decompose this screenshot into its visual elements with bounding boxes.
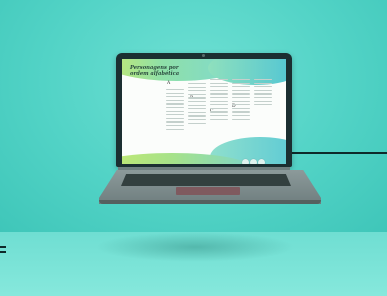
name-link[interactable] [254,104,272,106]
name-link[interactable] [188,118,206,121]
home-button[interactable] [250,159,257,164]
decorative-dash [0,246,6,248]
name-link[interactable] [166,106,184,109]
name-link[interactable] [254,100,272,102]
names-column-c [210,79,228,122]
name-link[interactable] [232,96,250,99]
name-link[interactable] [254,82,272,84]
name-link[interactable] [210,107,228,110]
name-link[interactable] [188,90,206,92]
name-link[interactable] [232,79,250,81]
webcam-icon [202,54,205,57]
name-link[interactable] [166,99,184,102]
name-link[interactable] [166,128,184,130]
name-link[interactable] [166,89,184,91]
name-link[interactable] [210,82,228,84]
name-link[interactable] [166,114,184,116]
name-link[interactable] [188,108,206,110]
name-link[interactable] [188,100,206,103]
name-link[interactable] [210,114,228,117]
name-link[interactable] [232,118,250,120]
name-link[interactable] [188,97,206,99]
page-title: Personagens por ordem alfabética [130,65,220,77]
name-link[interactable] [210,79,228,81]
nav-buttons [242,151,266,164]
laptop-shadow [95,232,295,262]
name-link[interactable] [188,111,206,114]
keyboard[interactable] [121,174,291,186]
name-link[interactable] [232,104,250,106]
name-link[interactable] [166,92,184,94]
name-link[interactable] [210,93,228,95]
next-button[interactable] [258,159,265,164]
names-column-e [254,79,272,108]
name-link[interactable] [254,93,272,95]
name-link[interactable] [166,96,184,98]
name-link[interactable] [210,100,228,102]
name-link[interactable] [210,104,228,106]
trackpad[interactable] [176,187,240,195]
name-link[interactable] [166,117,184,120]
name-link[interactable] [232,93,250,95]
name-link[interactable] [254,79,272,81]
name-link[interactable] [254,89,272,92]
name-link[interactable] [188,104,206,106]
name-link[interactable] [210,86,228,88]
name-link[interactable] [166,103,184,105]
names-column-d [232,79,250,122]
letter-heading-a: A [167,81,171,86]
name-link[interactable] [232,82,250,84]
name-link[interactable] [188,122,206,124]
name-link[interactable] [254,86,272,88]
name-link[interactable] [166,110,184,112]
name-link[interactable] [232,107,250,110]
name-link[interactable] [232,86,250,88]
name-link[interactable] [232,89,250,92]
name-link[interactable] [232,100,250,102]
laptop-base-edge [99,200,321,204]
name-link[interactable] [188,86,206,88]
name-link[interactable] [188,83,206,85]
names-column-a [166,89,184,132]
name-link[interactable] [188,115,206,117]
name-link[interactable] [210,89,228,92]
name-link[interactable] [210,111,228,113]
laptop-screen: Personagens por ordem alfabética A B C D [122,59,286,164]
name-link[interactable] [188,93,206,96]
names-column-b [188,83,206,126]
title-line-2: ordem alfabética [130,71,180,77]
prev-button[interactable] [242,159,249,164]
name-link[interactable] [232,111,250,113]
laptop-lid: Personagens por ordem alfabética A B C D [116,53,292,167]
name-link[interactable] [210,118,228,120]
name-link[interactable] [210,96,228,99]
decorative-dash [0,251,6,253]
name-link[interactable] [166,121,184,123]
name-link[interactable] [232,114,250,117]
name-link[interactable] [254,96,272,99]
name-link[interactable] [166,124,184,127]
